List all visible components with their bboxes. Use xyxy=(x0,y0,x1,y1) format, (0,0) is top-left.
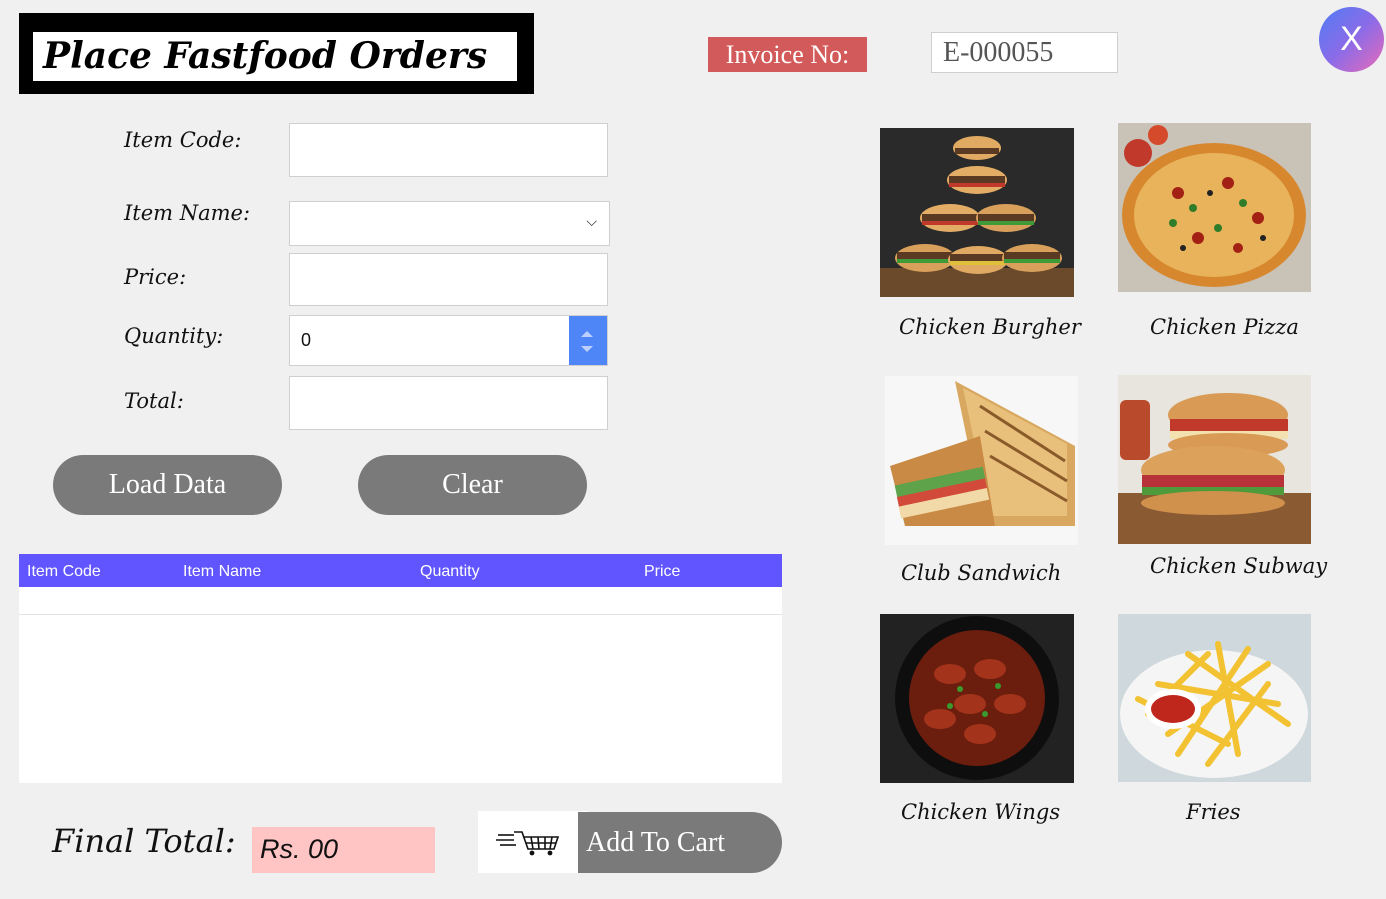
chevron-down-icon: ⌵ xyxy=(586,214,597,230)
quantity-value: 0 xyxy=(301,330,312,350)
column-item-name: Item Name xyxy=(183,563,262,580)
close-icon: X xyxy=(1340,20,1363,58)
page-title: Place Fastfood Orders xyxy=(33,32,517,81)
menu-label-chicken-pizza: Chicken Pizza xyxy=(1150,315,1299,339)
menu-label-club-sandwich: Club Sandwich xyxy=(901,561,1062,585)
cart-icon-box[interactable] xyxy=(478,811,588,873)
arrow-down-icon[interactable] xyxy=(581,346,593,352)
column-price: Price xyxy=(644,563,681,580)
final-total-label: Final Total: xyxy=(52,822,236,860)
final-total-value: Rs. 00 xyxy=(252,827,435,873)
column-quantity: Quantity xyxy=(420,563,480,580)
menu-label-chicken-subway: Chicken Subway xyxy=(1150,554,1328,578)
price-label: Price: xyxy=(124,265,187,289)
stepper-buttons[interactable] xyxy=(569,316,607,365)
item-name-dropdown[interactable]: ⌵ xyxy=(289,201,610,246)
burger-image[interactable] xyxy=(880,128,1074,297)
wings-image[interactable] xyxy=(880,614,1074,783)
invoice-number-field[interactable]: E-000055 xyxy=(931,32,1118,73)
close-button[interactable]: X xyxy=(1319,7,1384,72)
menu-label-chicken-wings: Chicken Wings xyxy=(901,800,1061,824)
clear-button[interactable]: Clear xyxy=(358,455,587,515)
menu-label-fries: Fries xyxy=(1186,800,1241,824)
cart-table[interactable]: Item Code Item Name Quantity Price xyxy=(19,554,782,783)
price-input[interactable] xyxy=(289,253,608,306)
menu-label-chicken-burgher: Chicken Burgher xyxy=(899,315,1081,339)
item-code-input[interactable] xyxy=(289,123,608,177)
cart-icon xyxy=(496,831,560,856)
subway-image[interactable] xyxy=(1118,375,1311,544)
add-to-cart-button[interactable]: Add To Cart xyxy=(578,812,782,873)
table-header: Item Code Item Name Quantity Price xyxy=(19,554,782,587)
quantity-stepper[interactable]: 0 xyxy=(289,315,608,366)
item-name-label: Item Name: xyxy=(124,201,251,225)
load-data-button[interactable]: Load Data xyxy=(53,455,282,515)
pizza-image[interactable] xyxy=(1118,123,1311,292)
invoice-label: Invoice No: xyxy=(708,37,867,72)
table-row[interactable] xyxy=(19,614,782,615)
quantity-label: Quantity: xyxy=(124,324,224,348)
total-input[interactable] xyxy=(289,376,608,430)
sandwich-image[interactable] xyxy=(885,376,1078,545)
item-code-label: Item Code: xyxy=(124,128,242,152)
column-item-code: Item Code xyxy=(27,563,101,580)
fries-image[interactable] xyxy=(1118,614,1311,782)
arrow-up-icon[interactable] xyxy=(581,331,593,337)
total-label: Total: xyxy=(124,389,184,413)
